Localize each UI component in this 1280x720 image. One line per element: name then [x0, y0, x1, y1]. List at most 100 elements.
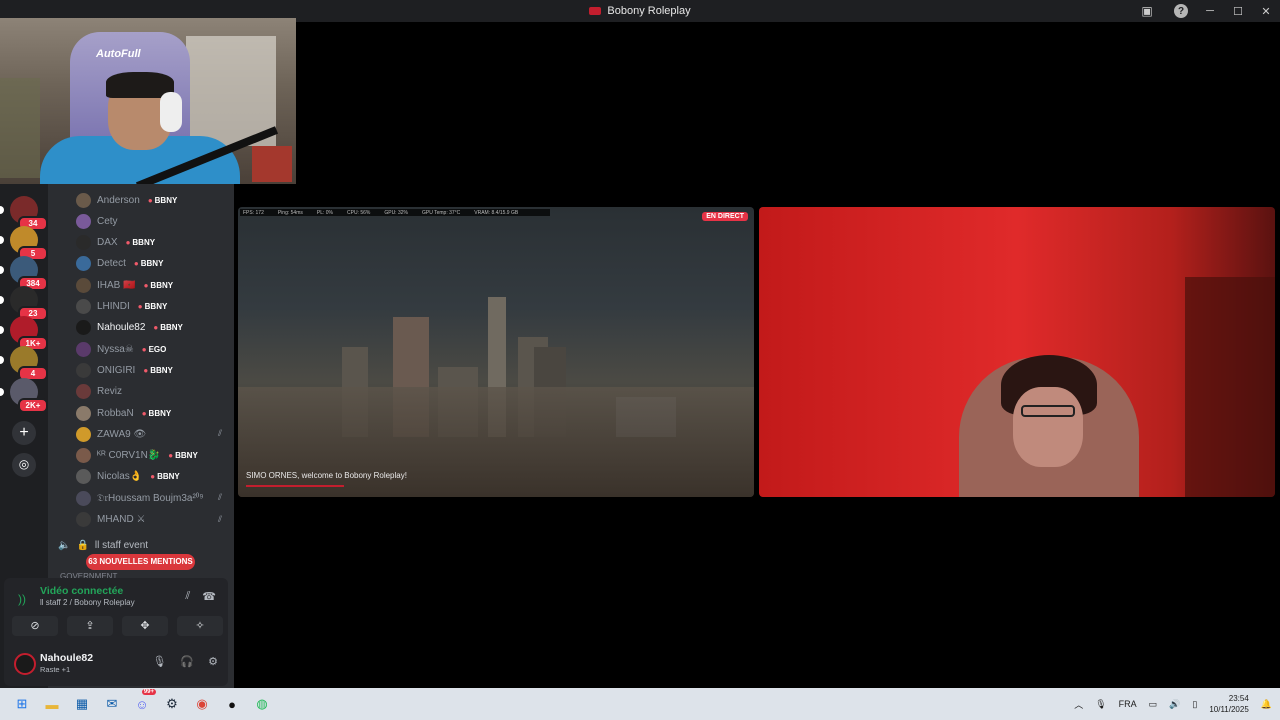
- chrome-icon[interactable]: ◉: [190, 692, 214, 716]
- user-status: Raste +1: [40, 665, 71, 674]
- role-tag: ● BBNY: [126, 238, 156, 247]
- hud-stat: Ping: 54ms: [277, 209, 303, 216]
- steam-icon[interactable]: ⚙: [160, 692, 184, 716]
- hud-stat: GPU Temp: 37°C: [421, 209, 461, 216]
- voice-member[interactable]: Cety: [76, 212, 118, 230]
- network-icon[interactable]: ▭: [1149, 699, 1158, 710]
- voice-member[interactable]: Anderson ● BBNY: [76, 191, 177, 209]
- share-screen-button[interactable]: ⇪: [67, 616, 113, 636]
- voice-member[interactable]: Reviz: [76, 383, 122, 401]
- voice-member[interactable]: LHINDI ● BBNY: [76, 298, 167, 316]
- voice-member[interactable]: ᴷᴿ C0RV1N🐉 ● BBNY: [76, 447, 198, 465]
- file-explorer-icon[interactable]: ▬: [40, 692, 64, 716]
- microphone-tray-icon[interactable]: 🎙: [1095, 699, 1106, 710]
- signal-icon[interactable]: )): [18, 592, 26, 606]
- speaker-icon: 🔈: [58, 540, 71, 551]
- role-tag-icon: ●: [153, 323, 159, 333]
- screen-share-tile[interactable]: FPS: 172 Ping: 54ms PL: 0% CPU: 56% GPU: 32%…: [238, 207, 754, 497]
- spotify-icon[interactable]: ◍: [250, 692, 274, 716]
- role-tag: ● BBNY: [168, 451, 198, 460]
- settings-gear-icon[interactable]: ⚙: [208, 655, 218, 668]
- activities-button[interactable]: ✥: [122, 616, 168, 636]
- language-indicator[interactable]: FRA: [1119, 699, 1137, 709]
- maximize-button[interactable]: ☐: [1224, 0, 1252, 22]
- voice-channel-staff-event[interactable]: 🔈 🔒 ll staff event: [58, 540, 148, 551]
- window-title: Bobony Roleplay: [589, 5, 691, 17]
- voice-member[interactable]: Detect ● BBNY: [76, 255, 163, 273]
- avatar: [76, 384, 91, 400]
- username[interactable]: Nahoule82: [40, 652, 93, 664]
- voice-status[interactable]: Vidéo connectée: [40, 585, 123, 597]
- clock-date: 10/11/2025: [1209, 705, 1249, 714]
- minimize-button[interactable]: ─: [1196, 0, 1224, 22]
- role-tag: ● BBNY: [134, 259, 164, 268]
- clock-time: 23:54: [1228, 694, 1249, 703]
- discord-icon[interactable]: ☺ 99+: [130, 689, 156, 716]
- member-name: Nahoule82: [97, 322, 146, 334]
- game-launcher-icon[interactable]: ●: [220, 692, 244, 716]
- server-unread-pill: [0, 236, 4, 244]
- hud-stat: GPU: 32%: [384, 209, 408, 216]
- camera-off-button[interactable]: ⊘: [12, 616, 58, 636]
- chevron-up-icon[interactable]: ︿: [1074, 698, 1083, 711]
- member-name: Detect: [97, 258, 126, 270]
- voice-member[interactable]: 𝔇𝔯Houssam Boujm3a²⁰⁹: [76, 489, 203, 507]
- role-tag-icon: ●: [141, 408, 147, 418]
- help-icon[interactable]: ?: [1174, 4, 1188, 18]
- voice-member[interactable]: IHAB 🇲🇦 ● BBNY: [76, 276, 173, 294]
- avatar: [76, 469, 91, 485]
- voice-channel-path[interactable]: ll staff 2 / Bobony Roleplay: [40, 598, 135, 607]
- role-tag-icon: ●: [137, 302, 143, 311]
- hud-stat: CPU: 56%: [347, 209, 371, 216]
- voice-member[interactable]: MHAND ⚔: [76, 511, 145, 529]
- avatar[interactable]: [14, 653, 36, 675]
- avatar: [76, 192, 91, 208]
- role-tag-label: BBNY: [150, 365, 173, 375]
- app-icon: [589, 7, 602, 15]
- store-icon[interactable]: ▦: [70, 692, 94, 716]
- add-server-button[interactable]: +: [12, 421, 36, 445]
- voice-member[interactable]: RobbaN ● BBNY: [76, 404, 171, 422]
- voice-member[interactable]: ZAWA9 👁: [76, 425, 146, 443]
- microphone-icon[interactable]: 🎙: [152, 655, 166, 668]
- red-box: [252, 146, 292, 182]
- discover-servers-button[interactable]: ◎: [12, 453, 36, 477]
- member-name: MHAND ⚔: [97, 514, 146, 525]
- notification-bell-icon[interactable]: 🔔: [1261, 699, 1272, 710]
- avatar: [76, 235, 91, 251]
- person-face: [1013, 387, 1083, 467]
- voice-member[interactable]: ONIGIRI ● BBNY: [76, 361, 173, 379]
- role-tag-icon: ●: [133, 259, 139, 269]
- close-button[interactable]: ✕: [1252, 0, 1280, 22]
- deafened-icon: ⫽: [217, 513, 222, 524]
- disconnect-icon[interactable]: ☎: [202, 590, 216, 603]
- user-panel: Nahoule82 Raste +1 🎙 🎧 ⚙: [4, 640, 228, 686]
- voice-member[interactable]: Nyssa☠ ● EGO: [76, 340, 166, 358]
- headphones-icon[interactable]: 🎧: [180, 655, 194, 668]
- server-unread-pill: [0, 356, 4, 364]
- chat-underline: [246, 485, 344, 487]
- member-name: ᴷᴿ C0RV1N🐉: [97, 450, 161, 462]
- plant: [0, 78, 40, 178]
- role-tag-icon: ●: [125, 238, 131, 248]
- role-tag-label: BBNY: [160, 323, 183, 333]
- screen-share-icon[interactable]: ▣: [1136, 0, 1158, 22]
- noise-suppression-icon[interactable]: ⫽: [185, 590, 190, 603]
- volume-icon[interactable]: 🔊: [1169, 699, 1180, 710]
- avatar: [76, 490, 91, 506]
- deafened-icon: ⫽: [217, 492, 222, 503]
- outlook-icon[interactable]: ✉: [100, 692, 124, 716]
- server-unread-pill: [0, 206, 4, 214]
- role-tag-label: BBNY: [144, 302, 168, 311]
- performance-hud: FPS: 172 Ping: 54ms PL: 0% CPU: 56% GPU: 32%…: [240, 209, 550, 216]
- voice-member[interactable]: Nicolas👌 ● BBNY: [76, 468, 180, 486]
- soundboard-button[interactable]: ✧: [177, 616, 223, 636]
- voice-member[interactable]: DAX ● BBNY: [76, 234, 155, 252]
- window-title-text: Bobony Roleplay: [607, 5, 691, 17]
- voice-member[interactable]: Nahoule82 ● BBNY: [76, 319, 183, 337]
- battery-icon[interactable]: ▯: [1192, 699, 1197, 710]
- clock[interactable]: 23:54 10/11/2025: [1209, 693, 1248, 715]
- windows-start-icon[interactable]: ⊞: [10, 692, 34, 716]
- participant-camera-tile[interactable]: [759, 207, 1275, 497]
- new-mentions-badge[interactable]: 63 NOUVELLES MENTIONS: [86, 554, 195, 570]
